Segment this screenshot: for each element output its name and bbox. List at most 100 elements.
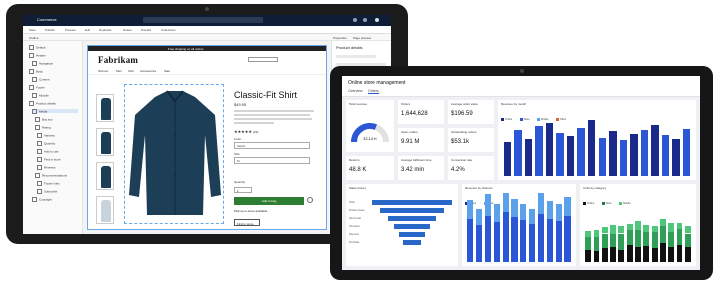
chart-bar[interactable] bbox=[676, 245, 683, 262]
chart-bar[interactable] bbox=[660, 226, 666, 244]
chart-bar[interactable] bbox=[676, 222, 683, 230]
tab-properties[interactable]: Properties bbox=[333, 36, 347, 40]
chart-bar[interactable] bbox=[640, 130, 649, 176]
tree-item[interactable]: Product details bbox=[29, 101, 56, 105]
chart-bar[interactable] bbox=[601, 248, 608, 262]
chart-bar[interactable] bbox=[484, 193, 492, 216]
tab-outline[interactable]: Outline bbox=[29, 36, 39, 40]
tree-item[interactable]: Footer bbox=[29, 85, 45, 89]
cmd-save[interactable]: Save bbox=[29, 28, 36, 32]
menu-item[interactable]: Accessories bbox=[140, 69, 156, 73]
rating-stars[interactable]: ★★★★★ (24) bbox=[234, 129, 258, 134]
chart-bar[interactable] bbox=[546, 200, 553, 219]
chart-bar[interactable] bbox=[593, 229, 600, 238]
tree-item[interactable]: Body bbox=[29, 69, 43, 73]
chart-bar[interactable] bbox=[676, 229, 683, 246]
cmd-edit[interactable]: Edit bbox=[85, 28, 90, 32]
product-main-image[interactable] bbox=[124, 84, 224, 224]
chart-bar[interactable] bbox=[660, 218, 666, 227]
chart-bar[interactable] bbox=[511, 198, 518, 218]
tree-item[interactable]: Rating bbox=[35, 125, 51, 129]
cmd-duplicate[interactable]: Duplicate bbox=[99, 28, 112, 32]
chart-bar[interactable] bbox=[610, 234, 616, 247]
chart-bar[interactable] bbox=[619, 140, 628, 176]
tree-item[interactable]: Quantity bbox=[37, 141, 55, 145]
chart-bar[interactable] bbox=[626, 229, 633, 245]
menu-item[interactable]: Men bbox=[116, 69, 122, 73]
store-search-input[interactable] bbox=[248, 57, 278, 62]
chart-bar[interactable] bbox=[484, 215, 492, 262]
chart-bar[interactable] bbox=[476, 209, 483, 225]
chart-bar[interactable] bbox=[537, 192, 545, 214]
menu-item[interactable]: Sale bbox=[164, 69, 170, 73]
chart-bar[interactable] bbox=[593, 237, 600, 251]
help-icon[interactable] bbox=[363, 18, 367, 22]
chart-bar[interactable] bbox=[610, 246, 616, 262]
chart-bar[interactable] bbox=[535, 126, 543, 176]
tree-item[interactable]: Content bbox=[32, 77, 50, 81]
global-search-input[interactable] bbox=[143, 17, 263, 23]
chart-bar[interactable] bbox=[684, 226, 691, 234]
chart-bar[interactable] bbox=[643, 224, 650, 233]
tree-item[interactable]: Buy box bbox=[35, 117, 53, 121]
menu-item[interactable]: Kids bbox=[128, 69, 134, 73]
chart-bar[interactable] bbox=[672, 138, 680, 176]
tree-item[interactable]: Reviews bbox=[37, 165, 55, 169]
tree-item-selected[interactable]: Media bbox=[32, 109, 78, 113]
funnel-bar[interactable] bbox=[380, 208, 444, 213]
chart-bar[interactable] bbox=[585, 231, 592, 238]
chart-bar[interactable] bbox=[598, 137, 606, 176]
product-thumbnail[interactable] bbox=[96, 128, 114, 156]
chart-bar[interactable] bbox=[467, 200, 474, 219]
chart-bar[interactable] bbox=[476, 224, 483, 262]
tree-item[interactable]: Header bbox=[29, 53, 46, 57]
funnel-bar[interactable] bbox=[388, 216, 436, 221]
tree-item[interactable]: Recommendations bbox=[35, 173, 67, 177]
chart-bar[interactable] bbox=[651, 248, 658, 262]
chart-bar[interactable] bbox=[618, 249, 625, 262]
chart-bar[interactable] bbox=[601, 233, 608, 249]
cmd-discard[interactable]: Discard bbox=[141, 28, 151, 32]
chart-bar[interactable] bbox=[585, 237, 592, 250]
product-thumbnail[interactable] bbox=[96, 94, 114, 122]
chart-bar[interactable] bbox=[684, 233, 691, 248]
chart-bar[interactable] bbox=[630, 133, 638, 176]
menu-item[interactable]: Women bbox=[98, 69, 108, 73]
chart-bar[interactable] bbox=[643, 245, 650, 262]
chart-bar[interactable] bbox=[660, 243, 666, 262]
chart-bar[interactable] bbox=[511, 217, 518, 262]
funnel-bar[interactable] bbox=[399, 232, 425, 237]
funnel-bar[interactable] bbox=[403, 240, 421, 245]
tree-item[interactable]: Footer links bbox=[37, 181, 60, 185]
chart-bar[interactable] bbox=[618, 233, 625, 250]
chart-bar[interactable] bbox=[635, 247, 641, 262]
chart-bar[interactable] bbox=[635, 229, 641, 248]
chart-bar[interactable] bbox=[668, 246, 675, 262]
chart-bar[interactable] bbox=[566, 135, 575, 176]
tab-overview[interactable]: Overview bbox=[348, 89, 363, 93]
chart-bar[interactable] bbox=[564, 216, 571, 262]
chart-bar[interactable] bbox=[618, 226, 625, 234]
chart-bar[interactable] bbox=[493, 221, 500, 262]
tab-orders[interactable]: Orders bbox=[368, 89, 379, 94]
settings-icon[interactable] bbox=[353, 18, 357, 22]
tree-item[interactable]: Variants bbox=[37, 133, 55, 137]
chart-bar[interactable] bbox=[529, 223, 536, 262]
chart-bar[interactable] bbox=[601, 227, 608, 234]
chart-bar[interactable] bbox=[467, 218, 474, 262]
cmd-collections[interactable]: Collections bbox=[161, 28, 176, 32]
product-thumbnail[interactable] bbox=[96, 162, 114, 190]
chart-bar[interactable] bbox=[661, 135, 670, 176]
chart-bar[interactable] bbox=[555, 221, 562, 262]
size-select[interactable]: M bbox=[234, 157, 310, 164]
tree-item[interactable]: Navigation bbox=[32, 61, 53, 65]
chart-bar[interactable] bbox=[564, 196, 571, 217]
color-select[interactable]: Select bbox=[234, 142, 310, 149]
chart-bar[interactable] bbox=[537, 213, 545, 262]
chart-bar[interactable] bbox=[502, 212, 509, 262]
tree-item[interactable]: Default bbox=[29, 45, 46, 49]
chart-bar[interactable] bbox=[593, 250, 600, 262]
property-field[interactable] bbox=[336, 55, 376, 58]
chart-bar[interactable] bbox=[635, 221, 641, 230]
chart-bar[interactable] bbox=[524, 138, 533, 176]
